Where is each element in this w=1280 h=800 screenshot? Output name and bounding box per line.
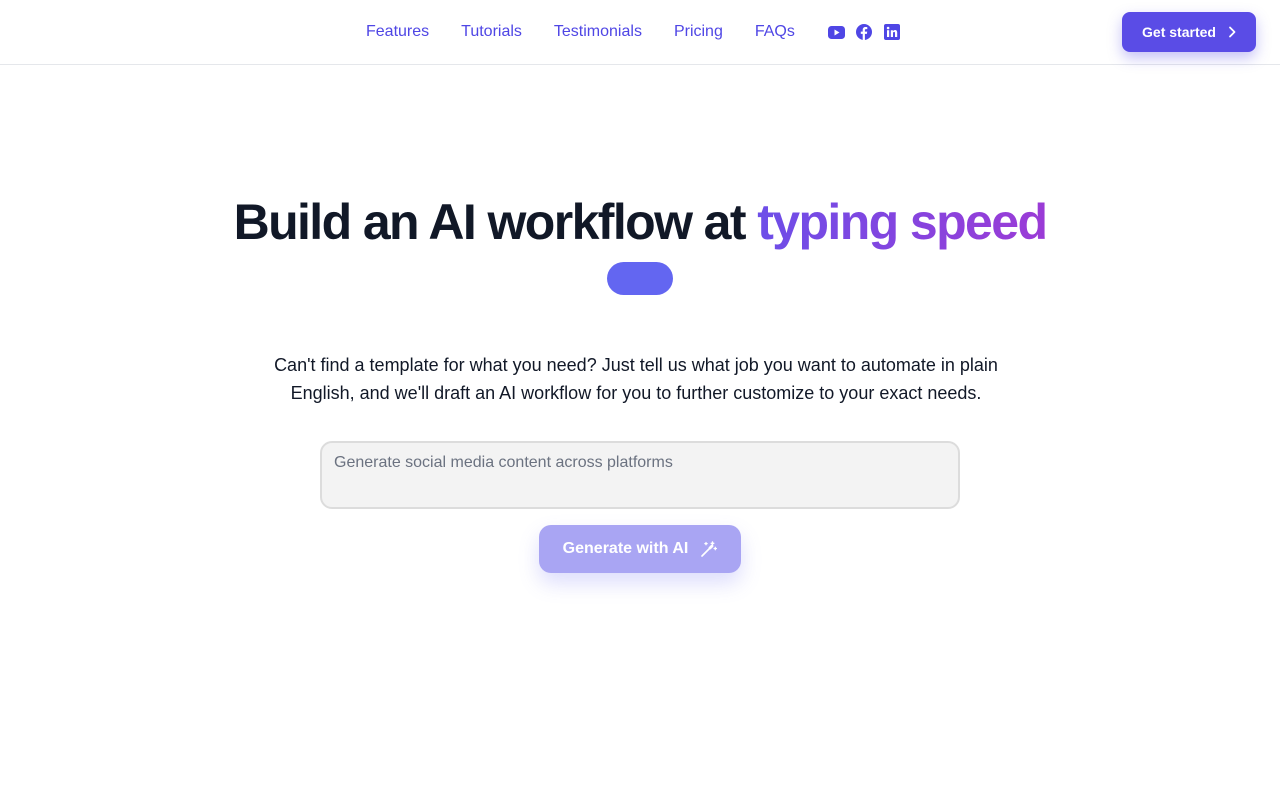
social-links bbox=[827, 24, 912, 41]
hero-title-plain: Build an AI workflow at bbox=[233, 194, 758, 250]
magic-wand-icon bbox=[700, 540, 718, 558]
get-started-label: Get started bbox=[1142, 24, 1216, 40]
facebook-icon[interactable] bbox=[856, 24, 873, 41]
generate-with-ai-label: Generate with AI bbox=[562, 540, 689, 557]
chevron-right-icon bbox=[1228, 26, 1236, 38]
nav-link-pricing[interactable]: Pricing bbox=[674, 22, 723, 42]
youtube-icon[interactable] bbox=[827, 24, 845, 41]
nav-link-features[interactable]: Features bbox=[366, 22, 429, 42]
hero-description: Can't find a template for what you need?… bbox=[274, 355, 998, 403]
generate-with-ai-button[interactable]: Generate with AI bbox=[539, 525, 741, 573]
get-started-button[interactable]: Get started bbox=[1122, 12, 1256, 52]
nav-link-testimonials[interactable]: Testimonials bbox=[554, 22, 642, 42]
main-nav: Features Tutorials Testimonials Pricing … bbox=[366, 0, 912, 64]
top-navigation-bar: Features Tutorials Testimonials Pricing … bbox=[0, 0, 1280, 65]
decorative-pill bbox=[607, 262, 673, 295]
nav-link-tutorials[interactable]: Tutorials bbox=[461, 22, 522, 42]
linkedin-icon[interactable] bbox=[884, 24, 901, 41]
hero-title-highlight: typing speed bbox=[757, 194, 1048, 250]
hero-title: Build an AI workflow at typing speed bbox=[0, 192, 1280, 252]
workflow-prompt-input[interactable] bbox=[320, 441, 960, 509]
nav-link-faqs[interactable]: FAQs bbox=[755, 22, 795, 42]
